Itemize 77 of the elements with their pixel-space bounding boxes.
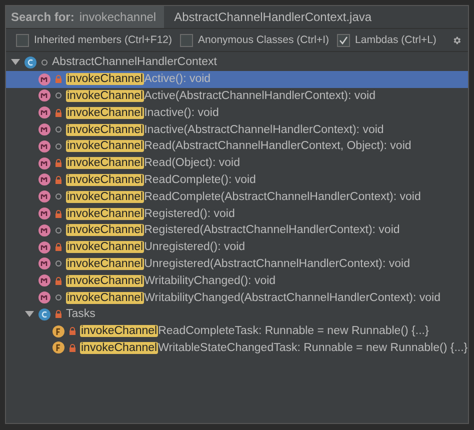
tree-row[interactable]: invokeChannelWritableStateChangedTask: Runnable = new Runnable() {...} — [6, 340, 468, 356]
member-signature: ReadCompleteTask: Runnable = new Runnable() {...} — [158, 325, 429, 338]
tree-row[interactable]: invokeChannel ReadCompleteTask: Runnable = new Runnable() {...} — [6, 322, 468, 340]
member-signature: Registered(): void — [144, 208, 235, 220]
expand-arrow-icon[interactable] — [25, 310, 34, 318]
file-name: AbstractChannelHandlerContext.java — [174, 10, 372, 24]
method-icon — [38, 89, 51, 102]
class-name: Tasks — [66, 308, 96, 320]
method-icon — [38, 140, 51, 153]
search-match: invokeChannel — [66, 174, 144, 186]
method-icon — [38, 224, 51, 237]
search-match: invokeChannel — [66, 241, 144, 254]
search-match: invokeChannel — [66, 90, 144, 102]
method-icon — [38, 240, 51, 254]
member-signature: WritabilityChanged(): void — [144, 274, 276, 287]
class-icon — [38, 308, 51, 321]
member-signature: Read(Object): void — [144, 157, 240, 170]
tree-row[interactable]: invokeChannel Read(Object): void — [6, 154, 468, 172]
member-signature: ReadComplete(AbstractChannelHandlerContext): void — [144, 190, 421, 203]
method-icon — [38, 207, 51, 220]
search-match: invokeChannel — [66, 274, 144, 287]
search-match: invokeChannel — [66, 190, 144, 203]
method-icon — [38, 72, 51, 86]
member-signature: Active(AbstractChannelHandlerContext): void — [144, 90, 376, 102]
search-match: invokeChannel — [80, 325, 158, 338]
member-signature: Unregistered(): void — [144, 241, 246, 254]
member-signature: WritabilityChanged(AbstractChannelHandlerContext): void — [144, 292, 440, 304]
member-signature: Unregistered(AbstractChannelHandlerContext): void — [144, 258, 410, 270]
tree-row[interactable]: invokeChannel ReadComplete(): void — [6, 172, 468, 188]
search-match: invokeChannel — [66, 208, 144, 220]
member-signature: Inactive(): void — [144, 106, 219, 119]
tree-row[interactable]: invokeChannel Inactive(): void — [6, 104, 468, 122]
tree-row[interactable]: invokeChannel ReadComplete(AbstractChannelHandlerContext): void — [6, 188, 468, 206]
field-icon — [52, 341, 65, 354]
tree-row[interactable]: invokeChannel Read(AbstractChannelHandlerContext, Object): void — [6, 138, 468, 155]
method-icon — [38, 190, 51, 204]
expand-arrow-icon[interactable] — [11, 58, 20, 66]
search-match: invokeChannel — [66, 157, 144, 170]
field-icon — [52, 324, 65, 338]
tree-row[interactable]: invokeChannel Unregistered(): void — [6, 238, 468, 256]
tree-row[interactable]: invokeChannelWritabilityChanged(AbstractChannelHandlerContext): void — [6, 289, 468, 306]
search-match: invokeChannel — [66, 73, 144, 86]
tree-row[interactable]: invokeChannel Registered(AbstractChannelHandlerContext): void — [6, 222, 468, 239]
tree-row[interactable]: invokeChannel Inactive(AbstractChannelHandlerContext): void — [6, 121, 468, 138]
tree-row[interactable]: Tasks — [6, 306, 468, 323]
method-icon — [38, 173, 51, 186]
tree-row[interactable]: invokeChannelWritabilityChanged(): void — [6, 272, 468, 290]
method-icon — [38, 156, 51, 170]
search-match: invokeChannel — [80, 342, 158, 354]
search-match: invokeChannel — [66, 258, 144, 270]
tree-row[interactable]: invokeChannel Registered(): void — [6, 205, 468, 222]
member-signature: WritableStateChangedTask: Runnable = new Runnable() {...} — [158, 342, 468, 354]
class-icon — [24, 56, 37, 69]
search-match: invokeChannel — [66, 292, 144, 304]
method-icon — [38, 291, 51, 304]
search-match: invokeChannel — [66, 106, 144, 119]
option-checkbox[interactable]: Anonymous Classes (Ctrl+I) — [180, 34, 330, 46]
search-match: invokeChannel — [66, 140, 144, 152]
tree-row[interactable]: invokeChannelActive(AbstractChannelHandlerContext): void — [6, 88, 468, 104]
method-icon — [38, 274, 51, 288]
member-signature: ReadComplete(): void — [144, 174, 256, 186]
tree-row[interactable]: invokeChannel Unregistered(AbstractChannelHandlerContext): void — [6, 256, 468, 272]
checkmark-icon — [339, 36, 348, 44]
option-checkbox[interactable]: Lambdas (Ctrl+L) — [337, 34, 436, 46]
member-signature: Inactive(AbstractChannelHandlerContext): void — [144, 124, 384, 136]
search-match: invokeChannel — [66, 124, 144, 136]
tree-row[interactable]: AbstractChannelHandlerContext — [6, 54, 468, 71]
search-match: invokeChannel — [66, 224, 144, 236]
method-icon — [38, 257, 51, 270]
member-signature: Read(AbstractChannelHandlerContext, Object): void — [144, 140, 412, 152]
option-checkbox[interactable]: Inherited members (Ctrl+F12) — [16, 34, 172, 46]
method-icon — [38, 106, 51, 120]
tree-row[interactable]: invokeChannelActive(): void — [6, 70, 468, 88]
member-signature: Registered(AbstractChannelHandlerContext): void — [144, 224, 400, 236]
class-name: AbstractChannelHandlerContext — [52, 56, 217, 68]
method-icon — [38, 123, 51, 136]
member-signature: Active(): void — [144, 73, 211, 86]
